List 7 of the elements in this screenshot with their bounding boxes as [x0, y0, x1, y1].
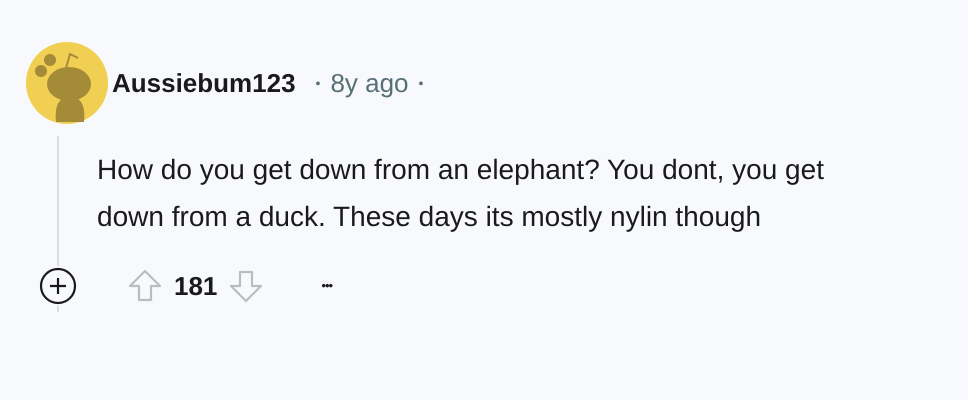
username[interactable]: Aussiebum123	[112, 64, 296, 102]
separator-dot: •	[316, 74, 320, 92]
more-button[interactable]: •••	[321, 276, 332, 296]
separator-dot: •	[418, 74, 424, 92]
comment-age: 8y ago	[330, 66, 409, 100]
vote-count: 181	[174, 270, 218, 302]
comment-text: How do you get down from an elephant? You dont, you get down from a duck. These days its mostly nylin though	[97, 153, 825, 234]
